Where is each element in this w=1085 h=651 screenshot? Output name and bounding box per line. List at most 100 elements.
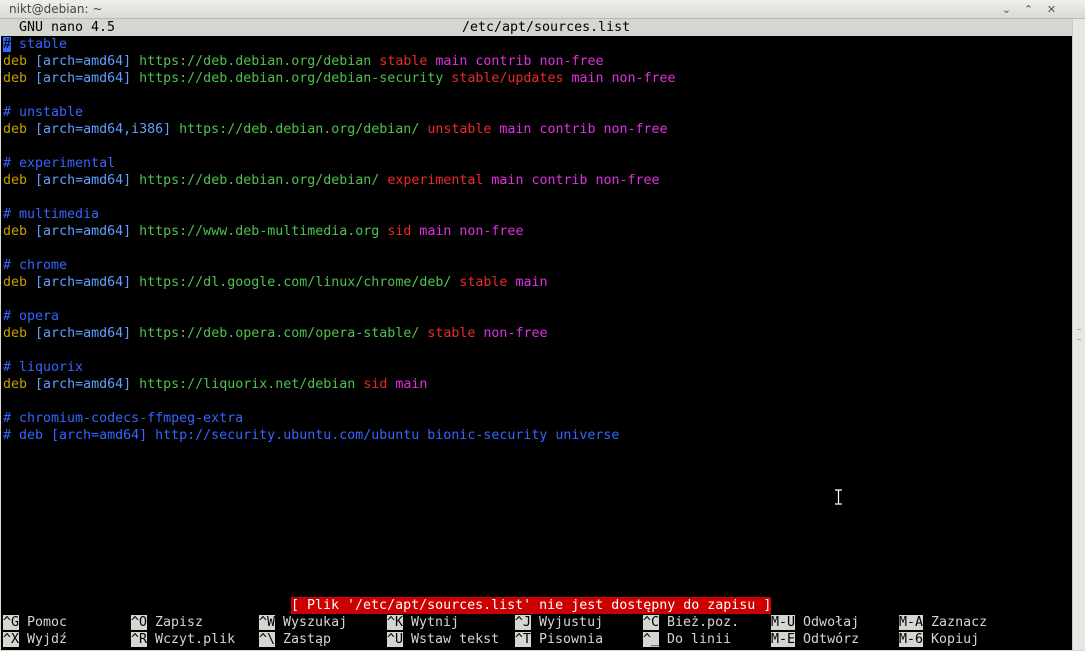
shortcut-label: Wstaw tekst [411,632,500,647]
comment-text: # unstable [3,105,84,120]
shortcut-bież-poz-[interactable]: ^C Bież.poz. [643,614,739,631]
window-titlebar[interactable]: nikt@debian: ~ ⌄ ⌃ ✕ [0,0,1085,19]
shortcut-label: Kopiuj [931,632,980,647]
shortcut-label: Wytnij [411,615,460,630]
window-title: nikt@debian: ~ [9,2,103,16]
shortcut-wyszukaj[interactable]: ^W Wyszukaj [259,614,347,631]
shortcut-pomoc[interactable]: ^G Pomoc [3,614,67,631]
shortcut-wstaw-tekst[interactable]: ^U Wstaw tekst [387,631,499,648]
minimize-button[interactable]: ⌄ [1000,3,1013,16]
comment-text: # liquorix [3,360,84,375]
terminal-area[interactable]: GNU nano 4.5 /etc/apt/sources.list # sta… [1,19,1072,650]
shortcut-kopiuj[interactable]: M-6 Kopiuj [899,631,979,648]
shortcut-label: Wyjustuj [539,615,604,630]
shortcut-zapisz[interactable]: ^O Zapisz [131,614,203,631]
file-line[interactable]: # deb [arch=amd64] http://security.ubunt… [3,427,619,444]
shortcut-label: Bież.poz. [667,615,740,630]
shortcut-key: ^_ [643,632,660,647]
close-button[interactable]: ✕ [1045,3,1058,16]
distribution: sid [387,224,412,239]
shortcut-key: ^O [131,615,148,630]
repo-url: https://deb.debian.org/debian/ [179,122,420,137]
repo-url: https://deb.debian.org/debian/ [139,173,380,188]
status-message: [ Plik '/etc/apt/sources.list' nie jest … [291,597,772,614]
shortcut-key: M-6 [899,632,924,647]
shortcut-key: ^X [3,632,20,647]
file-line[interactable]: # unstable [3,104,83,121]
components: main non-free [419,224,524,239]
file-line[interactable]: # liquorix [3,359,83,376]
shortcut-zastąp[interactable]: ^\ Zastąp [259,631,331,648]
deb-keyword: deb [3,173,28,188]
repo-url: https://deb.debian.org/debian-security [139,71,444,86]
shortcut-odwołaj[interactable]: M-U Odwołaj [771,614,859,631]
distribution: stable [427,326,476,341]
shortcut-pisownia[interactable]: ^T Pisownia [515,631,603,648]
file-line[interactable]: deb [arch=amd64] https://www.deb-multime… [3,223,523,240]
shortcut-key: ^C [643,615,660,630]
maximize-button[interactable]: ⌃ [1022,3,1035,16]
shortcut-label: Zapisz [155,615,204,630]
distribution: stable [379,54,428,69]
comment-text: stable [11,37,68,52]
deb-keyword: deb [3,275,28,290]
file-line[interactable]: deb [arch=amd64] https://deb.debian.org/… [3,172,660,189]
shortcut-wytnij[interactable]: ^K Wytnij [387,614,459,631]
components: main contrib non-free [435,54,604,69]
shortcut-label: Wczyt.plik [155,632,236,647]
arch-option: [arch=amd64] [35,275,132,290]
i-beam-cursor-icon [834,489,843,505]
arch-option: [arch=amd64] [35,173,132,188]
repo-url: https://liquorix.net/debian [139,377,356,392]
terminal-window: nikt@debian: ~ ⌄ ⌃ ✕ GNU nano 4.5 /etc/a… [0,0,1085,651]
deb-keyword: deb [3,377,28,392]
file-line[interactable]: deb [arch=amd64] https://liquorix.net/de… [3,376,427,393]
file-line[interactable]: deb [arch=amd64,i386] https://deb.debian… [3,121,668,138]
shortcut-key: ^R [131,632,148,647]
distribution: sid [363,377,388,392]
deb-keyword: deb [3,54,28,69]
file-line[interactable]: # chromium-codecs-ffmpeg-extra [3,410,243,427]
file-line[interactable]: # multimedia [3,206,99,223]
shortcut-wyjdź[interactable]: ^X Wyjdź [3,631,67,648]
shortcut-key: ^K [387,615,404,630]
arch-option: [arch=amd64] [35,71,132,86]
arch-option: [arch=amd64] [35,377,132,392]
file-line[interactable]: deb [arch=amd64] https://deb.debian.org/… [3,53,604,70]
file-line[interactable]: # stable [3,36,67,53]
components: main non-free [571,71,676,86]
file-line[interactable]: deb [arch=amd64] https://dl.google.com/l… [3,274,547,291]
scrollbar-grip[interactable] [1077,329,1081,340]
text-cursor: # [3,37,12,52]
shortcut-label: Wyjdź [27,632,68,647]
comment-text: # experimental [3,156,116,171]
shortcut-label: Odtwórz [803,632,860,647]
shortcut-wyjustuj[interactable]: ^J Wyjustuj [515,614,603,631]
file-line[interactable]: deb [arch=amd64] https://deb.debian.org/… [3,70,676,87]
shortcut-label: Odwołaj [803,615,860,630]
shortcut-key: ^G [3,615,20,630]
shortcut-key: ^T [515,632,532,647]
scrollbar[interactable] [1072,19,1085,650]
deb-keyword: deb [3,326,28,341]
shortcut-label: Wyszukaj [283,615,348,630]
comment-text: # deb [arch=amd64] http://security.ubunt… [3,428,620,443]
file-line[interactable]: # chrome [3,257,67,274]
arch-option: [arch=amd64] [35,224,132,239]
components: main contrib non-free [499,122,668,137]
nano-header: GNU nano 4.5 /etc/apt/sources.list [1,19,1072,36]
shortcut-do-linii[interactable]: ^_ Do linii [643,631,731,648]
comment-text: # opera [3,309,60,324]
shortcut-label: Pomoc [27,615,68,630]
shortcut-odtwórz[interactable]: M-E Odtwórz [771,631,859,648]
file-line[interactable]: # opera [3,308,59,325]
shortcut-key: ^\ [259,632,276,647]
shortcut-wczyt-plik[interactable]: ^R Wczyt.plik [131,631,235,648]
shortcut-zaznacz[interactable]: M-A Zaznacz [899,614,987,631]
file-line[interactable]: # experimental [3,155,115,172]
repo-url: https://deb.debian.org/debian [139,54,372,69]
shortcut-key: ^W [259,615,276,630]
file-line[interactable]: deb [arch=amd64] https://deb.opera.com/o… [3,325,547,342]
nano-filename: /etc/apt/sources.list [462,20,631,35]
shortcut-key: M-A [899,615,924,630]
